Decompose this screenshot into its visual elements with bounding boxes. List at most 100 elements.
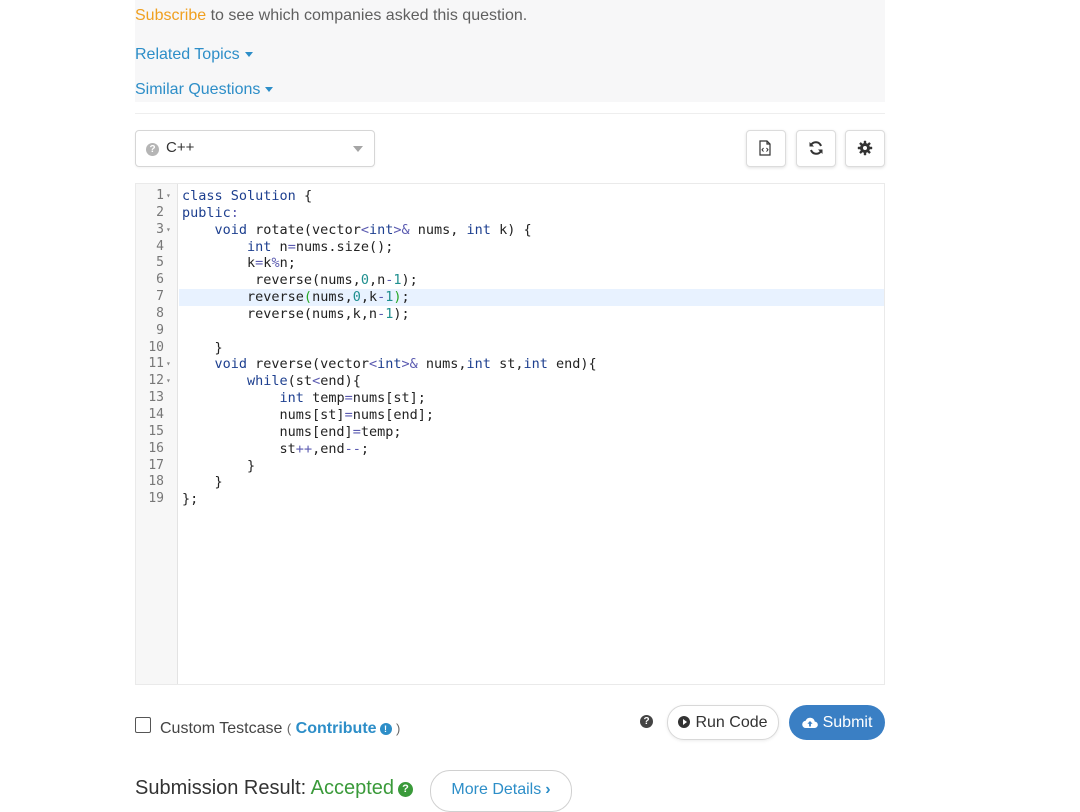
- problem-info-panel: Subscribe to see which companies asked t…: [135, 0, 885, 102]
- info-icon: !: [379, 723, 392, 735]
- code-line[interactable]: 11 ▾ void reverse(vector<int>& nums,int s…: [136, 356, 884, 373]
- code-line[interactable]: 9: [136, 323, 884, 340]
- code-line[interactable]: 1 ▾ class Solution {: [136, 188, 884, 205]
- code-editor[interactable]: 1 ▾ class Solution {2 public: 3 ▾ void rotate…: [135, 183, 885, 685]
- caret-down-icon: [265, 87, 274, 93]
- line-number: 1: [156, 188, 164, 203]
- line-number: 11: [148, 356, 164, 372]
- code-text: public:: [182, 204, 239, 221]
- line-number: 6: [156, 272, 164, 288]
- code-text: reverse(nums,0,n-1);: [182, 272, 418, 289]
- fold-arrow-icon[interactable]: ▾: [166, 188, 171, 205]
- editor-settings-button[interactable]: [845, 130, 885, 167]
- code-line[interactable]: 17 }: [136, 458, 884, 475]
- code-line[interactable]: 14 nums[st]=nums[end];: [136, 407, 884, 424]
- code-text: k=k%n;: [182, 255, 296, 272]
- subscribe-link[interactable]: Subscribe: [135, 7, 206, 24]
- line-number: 18: [148, 474, 164, 490]
- similar-questions-toggle[interactable]: Similar Questions: [135, 81, 274, 99]
- refresh-icon: [809, 141, 823, 155]
- code-line[interactable]: 6 reverse(nums,0,n-1);: [136, 272, 884, 289]
- code-line[interactable]: 7 reverse(nums,0,k-1);: [136, 289, 884, 306]
- line-number: 9: [156, 322, 164, 338]
- contribute-link[interactable]: Contribute!: [296, 720, 392, 737]
- custom-testcase-label: Custom Testcase: [160, 720, 283, 737]
- code-line[interactable]: 18 }: [136, 474, 884, 491]
- code-line[interactable]: 4 int n=nums.size();: [136, 239, 884, 256]
- more-details-label: More Details: [451, 781, 542, 798]
- code-text: int temp=nums[st];: [279, 390, 426, 407]
- line-number: 3: [156, 221, 164, 237]
- code-line[interactable]: 19};: [136, 491, 884, 508]
- code-text: };: [182, 491, 199, 508]
- question-circle-icon[interactable]: ?: [398, 782, 414, 797]
- contribute-label: Contribute: [295, 720, 377, 737]
- related-topics-toggle[interactable]: Related Topics: [135, 46, 253, 64]
- code-template-button[interactable]: [746, 130, 786, 167]
- code-text: void rotate(vector<int>& nums, int k) {: [214, 221, 532, 238]
- line-number: 14: [148, 406, 164, 422]
- play-circle-icon: [678, 716, 691, 728]
- code-text: int n=nums.size();: [247, 238, 394, 255]
- subscribe-message: Subscribe to see which companies asked t…: [135, 7, 527, 25]
- line-number: 19: [148, 491, 164, 507]
- code-text: }: [182, 474, 223, 491]
- line-number: 8: [156, 305, 164, 321]
- code-text: void reverse(vector<int>& nums,int st,in…: [214, 356, 597, 373]
- help-icon[interactable]: ?: [640, 715, 653, 728]
- line-number: 17: [148, 457, 164, 473]
- line-number: 16: [148, 440, 164, 456]
- more-details-button[interactable]: More Details ›: [430, 770, 572, 812]
- submission-result-label: Submission Result:: [135, 777, 311, 799]
- line-number: 5: [156, 255, 164, 271]
- code-line[interactable]: 2 public:: [136, 205, 884, 222]
- code-text: st++,end--;: [182, 440, 370, 457]
- fold-arrow-icon[interactable]: ▾: [166, 356, 171, 373]
- code-line[interactable]: 10 }: [136, 340, 884, 357]
- line-number: 13: [148, 390, 164, 406]
- code-line[interactable]: 5 k=k%n;: [136, 255, 884, 272]
- run-code-label: Run Code: [695, 714, 768, 731]
- code-text: nums[st]=nums[end];: [182, 406, 434, 423]
- similar-questions-label: Similar Questions: [135, 81, 261, 98]
- code-line[interactable]: 12 ▾ while(st<end){: [136, 373, 884, 390]
- dropdown-arrow-icon: [353, 146, 363, 152]
- code-text: }: [182, 339, 223, 356]
- line-number: 7: [156, 289, 164, 305]
- gear-icon: [857, 140, 873, 156]
- code-line[interactable]: 16 st++,end--;: [136, 441, 884, 458]
- line-number: 12: [148, 373, 164, 389]
- line-number: 4: [156, 238, 164, 254]
- question-circle-icon: ?: [146, 143, 159, 156]
- code-line[interactable]: 15 nums[end]=temp;: [136, 424, 884, 441]
- line-number: 15: [148, 423, 164, 439]
- subscribe-text: to see which companies asked this questi…: [206, 7, 528, 24]
- submission-status: Accepted: [310, 777, 395, 799]
- reset-code-button[interactable]: [796, 130, 836, 167]
- code-line[interactable]: 3 ▾ void rotate(vector<int>& nums, int k)…: [136, 222, 884, 239]
- code-text: nums[end]=temp;: [182, 423, 402, 440]
- code-text: reverse(nums,k,n-1);: [182, 305, 410, 322]
- cloud-upload-icon: [801, 717, 818, 729]
- code-text: while(st<end){: [247, 373, 361, 390]
- paren-open: (: [286, 721, 292, 736]
- caret-down-icon: [244, 52, 253, 58]
- line-number: 2: [156, 204, 164, 220]
- line-number: 10: [148, 339, 164, 355]
- fold-arrow-icon[interactable]: ▾: [166, 373, 171, 390]
- submit-label: Submit: [822, 714, 873, 731]
- run-code-button[interactable]: Run Code: [667, 705, 779, 740]
- code-text: reverse(nums,0,k-1);: [179, 289, 884, 306]
- related-topics-label: Related Topics: [135, 46, 240, 63]
- fold-arrow-icon[interactable]: ▾: [166, 222, 171, 239]
- selected-language: C++: [166, 139, 195, 156]
- document-code-icon: [759, 140, 771, 156]
- code-line[interactable]: 8 reverse(nums,k,n-1);: [136, 306, 884, 323]
- custom-testcase-checkbox[interactable]: [135, 717, 151, 733]
- code-area[interactable]: 1 ▾ class Solution {2 public: 3 ▾ void rotate…: [136, 188, 884, 508]
- language-select[interactable]: ? C++: [135, 130, 375, 167]
- submit-button[interactable]: Submit: [789, 705, 885, 740]
- paren-close: ): [396, 721, 401, 736]
- code-line[interactable]: 13 int temp=nums[st];: [136, 390, 884, 407]
